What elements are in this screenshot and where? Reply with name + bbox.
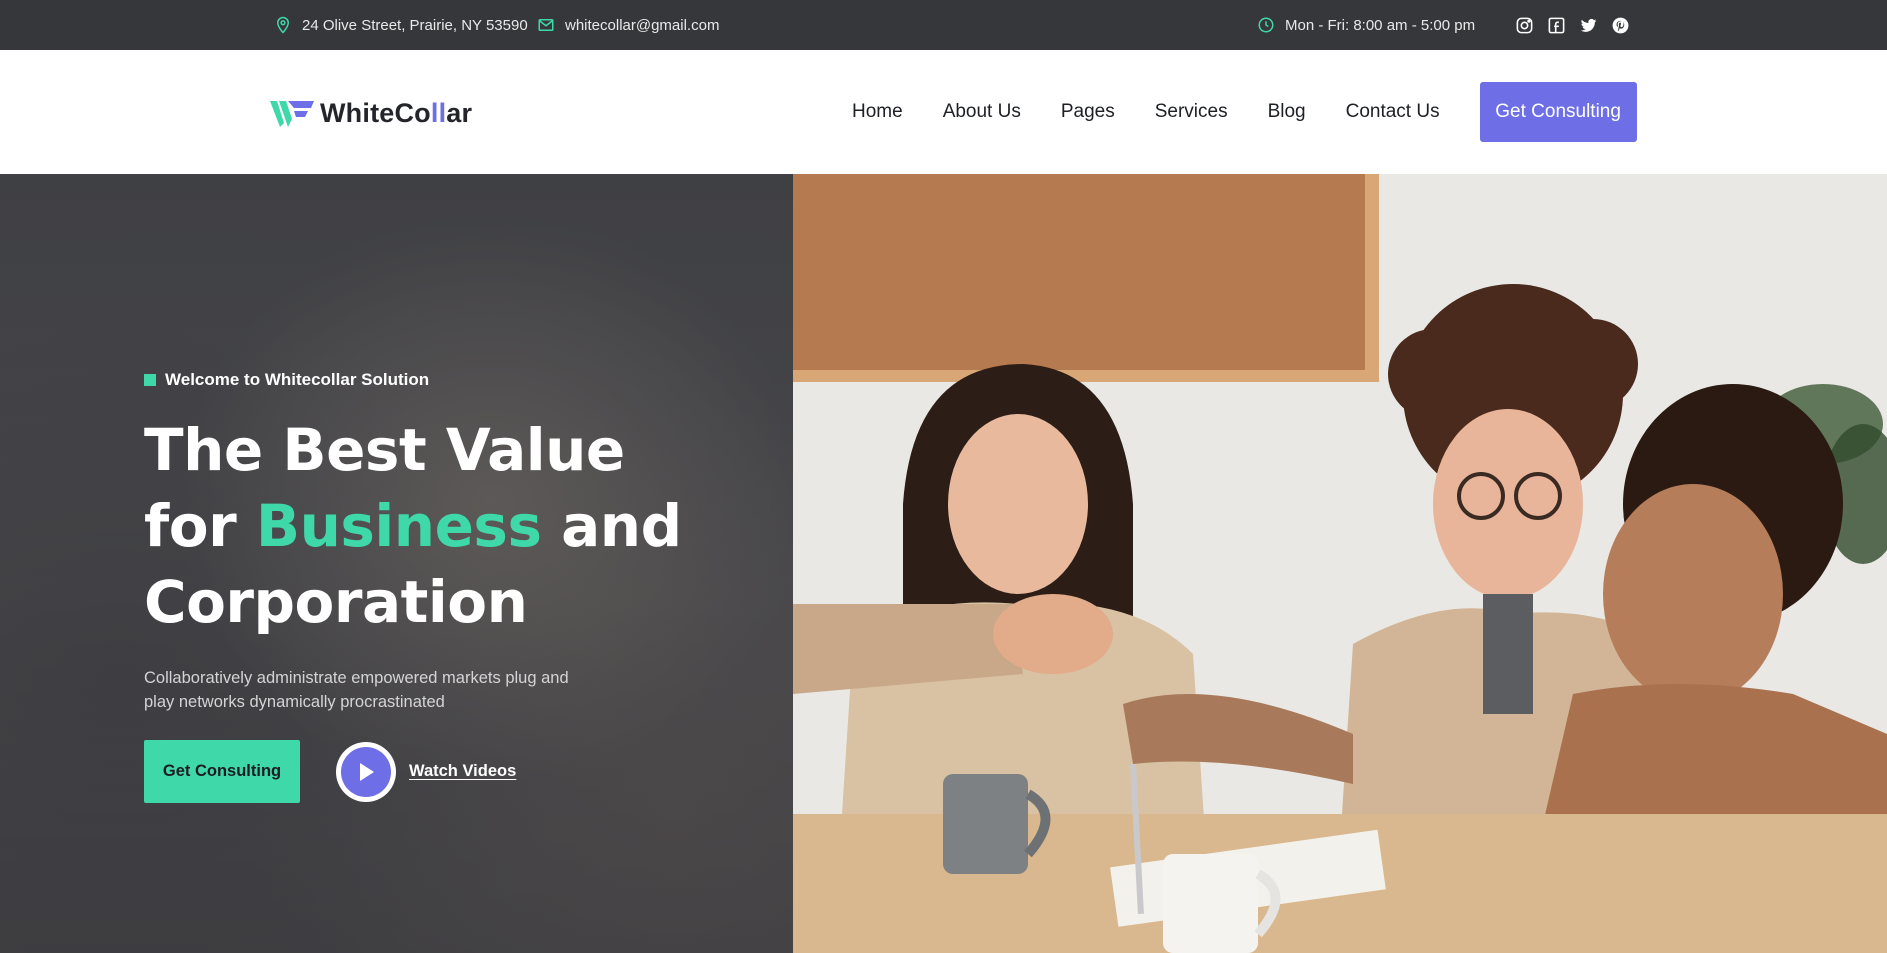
cork-board (793, 174, 1377, 380)
nav-pages[interactable]: Pages (1061, 101, 1115, 123)
hours-info: Mon - Fri: 8:00 am - 5:00 pm (1257, 0, 1475, 50)
hero-get-consulting-button[interactable]: Get Consulting (144, 740, 300, 803)
hours-text: Mon - Fri: 8:00 am - 5:00 pm (1285, 16, 1476, 34)
top-info-bar: 24 Olive Street, Prairie, NY 53590 white… (0, 0, 1887, 50)
nav-about-us[interactable]: About Us (943, 101, 1021, 123)
hero-actions: Get Consulting Watch Videos (144, 740, 764, 803)
handshake (993, 594, 1113, 674)
hero-content: Welcome to Whitecollar Solution The Best… (144, 370, 764, 803)
hero-tagline: Welcome to Whitecollar Solution (144, 370, 764, 390)
logo-text: WhiteCollar (320, 98, 473, 128)
headline-highlight: Business (255, 492, 542, 560)
headline-line-3: Corporation (144, 568, 528, 636)
map-pin-icon (276, 16, 290, 34)
twitter-icon[interactable] (1579, 16, 1598, 35)
play-button-inner (341, 746, 391, 797)
email-info[interactable]: whitecollar@gmail.com (537, 0, 719, 50)
facebook-icon[interactable] (1547, 16, 1566, 35)
white-mug (1163, 854, 1258, 953)
hero-photo-business-meeting (793, 174, 1887, 953)
watch-videos-link[interactable]: Watch Videos (409, 762, 516, 781)
meeting-illustration (793, 174, 1887, 953)
hero-section: Welcome to Whitecollar Solution The Best… (0, 174, 1887, 953)
hero-subtext: Collaboratively administrate empowered m… (144, 669, 569, 711)
clock-icon (1258, 17, 1274, 33)
site-logo[interactable]: WhiteCollar (270, 98, 472, 129)
play-video-button[interactable] (336, 741, 396, 802)
logo-mark-icon (270, 100, 314, 127)
tagline-square-icon (144, 374, 156, 386)
nav-blog[interactable]: Blog (1268, 101, 1306, 123)
tagline-text: Welcome to Whitecollar Solution (165, 370, 430, 389)
address-text: 24 Olive Street, Prairie, NY 53590 (302, 16, 528, 34)
main-navigation: Home About Us Pages Services Blog Contac… (852, 82, 1637, 142)
social-links (1515, 0, 1630, 50)
grey-mug (943, 774, 1028, 874)
email-link[interactable]: whitecollar@gmail.com (565, 17, 719, 34)
pinterest-icon[interactable] (1611, 16, 1630, 35)
headline-and: and (541, 492, 682, 560)
play-icon (360, 762, 374, 781)
nav-services[interactable]: Services (1155, 101, 1228, 123)
address-info: 24 Olive Street, Prairie, NY 53590 (274, 0, 528, 50)
headline-for: for (144, 492, 256, 560)
mail-icon (538, 19, 554, 31)
site-header: WhiteCollar Home About Us Pages Services… (0, 50, 1887, 174)
nav-home[interactable]: Home (852, 101, 903, 123)
nav-contact-us[interactable]: Contact Us (1346, 101, 1440, 123)
instagram-icon[interactable] (1515, 16, 1534, 35)
hero-headline: The Best Value for Business and Corporat… (144, 412, 764, 640)
headline-line-1: The Best Value (144, 416, 625, 484)
header-get-consulting-button[interactable]: Get Consulting (1479, 82, 1637, 142)
